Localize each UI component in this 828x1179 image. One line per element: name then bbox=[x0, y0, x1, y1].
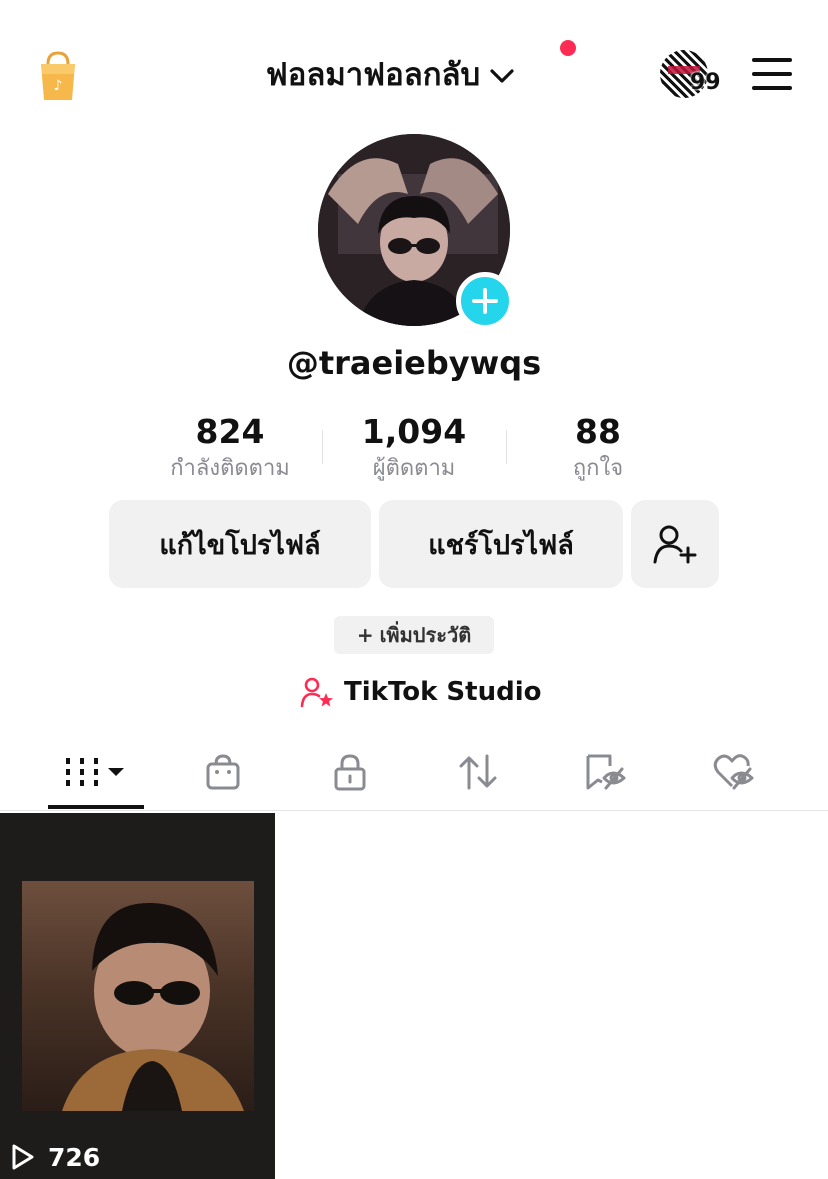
add-story-button[interactable] bbox=[456, 272, 514, 330]
tab-videos[interactable] bbox=[48, 740, 144, 804]
followers-label: ผู้ติดตาม bbox=[372, 456, 456, 481]
menu-icon[interactable] bbox=[752, 58, 792, 90]
add-bio-button[interactable]: + เพิ่มประวัติ bbox=[334, 616, 494, 654]
add-bio-plus: + bbox=[356, 623, 374, 647]
repost-icon bbox=[459, 754, 497, 790]
video-thumbnail[interactable] bbox=[0, 813, 275, 1179]
add-friends-button[interactable] bbox=[631, 500, 719, 588]
following-label: กำลังติดตาม bbox=[170, 456, 290, 481]
share-profile-button[interactable]: แชร์โปรไฟล์ bbox=[379, 500, 623, 588]
followers-stat[interactable]: 1,094 ผู้ติดตาม bbox=[314, 412, 514, 486]
tab-reposts[interactable] bbox=[430, 740, 526, 804]
tab-favorites[interactable] bbox=[558, 740, 654, 804]
tiktok-shop-icon[interactable]: ♪ bbox=[36, 50, 80, 102]
following-count: 824 bbox=[195, 412, 265, 451]
creator-star-icon bbox=[300, 677, 333, 708]
followers-count: 1,094 bbox=[361, 412, 467, 451]
username: @traeiebywqs bbox=[286, 344, 542, 382]
add-user-icon bbox=[653, 525, 697, 564]
liked-hidden-icon bbox=[713, 754, 754, 790]
shop-bag-icon bbox=[206, 754, 240, 790]
tab-bar-divider bbox=[0, 810, 828, 811]
tab-shop[interactable] bbox=[175, 740, 271, 804]
share-profile-label: แชร์โปรไฟล์ bbox=[428, 529, 574, 561]
video-view-count: 726 bbox=[10, 1140, 100, 1174]
tab-private[interactable] bbox=[302, 740, 398, 804]
lock-icon bbox=[334, 754, 366, 791]
account-title: ฟอลมาฟอลกลับ bbox=[265, 57, 481, 93]
tiktok-studio-link[interactable]: TikTok Studio bbox=[300, 672, 541, 712]
add-bio-label: เพิ่มประวัติ bbox=[379, 623, 472, 647]
likes-count: 88 bbox=[575, 412, 621, 451]
videos-grid-icon bbox=[66, 758, 124, 786]
plus-icon bbox=[472, 288, 498, 314]
svg-text:♪: ♪ bbox=[54, 78, 63, 94]
profile-views-count: 99 bbox=[690, 70, 721, 95]
tab-liked[interactable] bbox=[686, 740, 782, 804]
likes-stat[interactable]: 88 ถูกใจ bbox=[498, 412, 698, 486]
edit-profile-button[interactable]: แก้ไขโปรไฟล์ bbox=[109, 500, 371, 588]
likes-label: ถูกใจ bbox=[572, 456, 624, 481]
video-thumbnail-image bbox=[22, 881, 254, 1111]
studio-label: TikTok Studio bbox=[344, 677, 542, 707]
favorites-hidden-icon bbox=[586, 754, 626, 790]
following-stat[interactable]: 824 กำลังติดตาม bbox=[130, 412, 330, 486]
active-tab-indicator bbox=[48, 805, 144, 809]
notification-dot bbox=[560, 40, 576, 56]
chevron-down-icon bbox=[490, 56, 514, 92]
view-count: 726 bbox=[48, 1142, 101, 1172]
edit-profile-label: แก้ไขโปรไฟล์ bbox=[159, 529, 321, 561]
account-switcher[interactable]: ฟอลมาฟอลกลับ bbox=[180, 52, 600, 96]
play-icon bbox=[12, 1144, 34, 1170]
